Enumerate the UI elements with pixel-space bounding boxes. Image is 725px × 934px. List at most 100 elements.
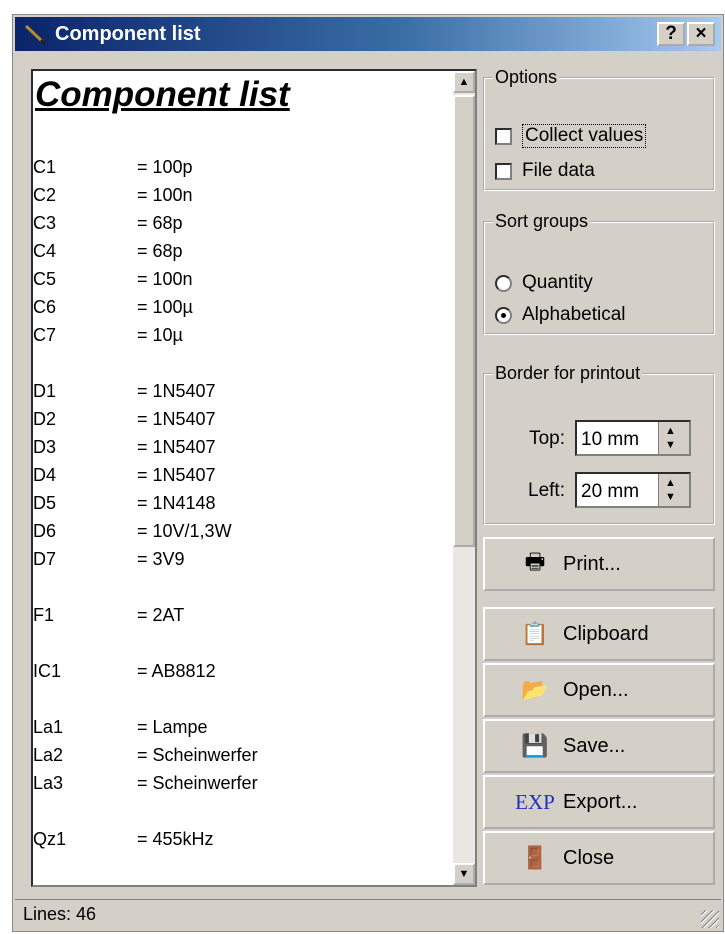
component-ref: D6	[33, 521, 57, 541]
component-value: = 10V/1,3W	[137, 521, 232, 541]
left-spin-buttons[interactable]: ▲ ▼	[658, 474, 689, 506]
list-item: IC1 = AB8812	[33, 661, 433, 689]
close-button[interactable]: 🚪 Close	[483, 831, 715, 885]
component-value: = Scheinwerfer	[137, 773, 258, 793]
open-button[interactable]: 📂 Open...	[483, 663, 715, 717]
print-button[interactable]: 🖶 Print...	[483, 537, 715, 591]
clipboard-label: Clipboard	[563, 622, 649, 645]
left-value[interactable]: 20 mm	[581, 481, 639, 503]
component-ref: La1	[33, 717, 64, 737]
exp-icon: EXP	[515, 789, 555, 814]
window-title: Component list	[55, 23, 201, 45]
component-value: = 100n	[137, 269, 193, 289]
top-spin-buttons[interactable]: ▲ ▼	[658, 422, 689, 454]
component-ref: IC1	[33, 661, 62, 681]
top-label: Top:	[529, 428, 565, 449]
radio-button-selected[interactable]	[495, 306, 512, 324]
export-button[interactable]: EXP Export...	[483, 775, 715, 829]
scroll-down-button[interactable]: ▼	[453, 863, 475, 885]
clipboard-icon: 📋	[521, 621, 549, 646]
component-ref: La3	[33, 773, 64, 793]
floppy-disk-icon: 💾	[521, 733, 549, 758]
component-ref: C6	[33, 297, 57, 317]
component-value: = 100n	[137, 185, 193, 205]
component-ref: D4	[33, 465, 57, 485]
component-value: = AB8812	[137, 661, 216, 681]
component-ref: C1	[33, 157, 57, 177]
list-item: La3 = Scheinwerfer	[33, 773, 433, 801]
radio-button[interactable]	[495, 274, 512, 292]
component-value: = 1N5407	[137, 437, 216, 457]
component-value: = 3V9	[137, 549, 185, 569]
component-ref: C2	[33, 185, 57, 205]
top-value[interactable]: 10 mm	[581, 429, 639, 451]
list-item: C5 = 100n	[33, 269, 433, 297]
component-ref: C3	[33, 213, 57, 233]
component-value: = Scheinwerfer	[137, 745, 258, 765]
list-item: La2 = Scheinwerfer	[33, 745, 433, 773]
status-bar: Lines: 46	[15, 899, 721, 930]
resize-grip-icon[interactable]	[701, 910, 719, 928]
print-label: Print...	[563, 552, 621, 575]
component-value: = Lampe	[137, 717, 208, 737]
list-item: C6 = 100µ	[33, 297, 433, 325]
list-item: D1 = 1N5407	[33, 381, 433, 409]
component-ref: C7	[33, 325, 57, 345]
component-ref: C5	[33, 269, 57, 289]
spin-up-icon[interactable]: ▲	[665, 425, 676, 437]
list-item: D7 = 3V9	[33, 549, 433, 577]
list-item: D3 = 1N5407	[33, 437, 433, 465]
component-value: = 10µ	[137, 325, 183, 345]
checkbox-box[interactable]	[495, 127, 512, 145]
alphabetical-radio[interactable]: Alphabetical	[495, 304, 626, 326]
sort-groups-legend: Sort groups	[495, 211, 589, 231]
close-label: Close	[563, 846, 615, 869]
component-value: = 100p	[137, 157, 193, 177]
left-border-spinbox[interactable]: 20 mm ▲ ▼	[575, 472, 691, 508]
list-item: D5 = 1N4148	[33, 493, 433, 521]
save-button[interactable]: 💾 Save...	[483, 719, 715, 773]
spin-down-icon[interactable]: ▼	[665, 491, 676, 503]
list-item: F1 = 2AT	[33, 605, 433, 633]
list-item: C4 = 68p	[33, 241, 433, 269]
component-ref: D7	[33, 549, 57, 569]
component-ref: D3	[33, 437, 57, 457]
scroll-thumb[interactable]	[453, 95, 475, 547]
list-item: C2 = 100n	[33, 185, 433, 213]
checkbox-box[interactable]	[495, 162, 512, 180]
export-label: Export...	[563, 790, 638, 813]
spin-up-icon[interactable]: ▲	[665, 477, 676, 489]
collect-values-label: Collect values	[522, 124, 647, 148]
component-value: = 68p	[137, 213, 183, 233]
component-ref: D2	[33, 409, 57, 429]
options-group: Options Collect values File data	[483, 67, 715, 191]
component-value: = 1N5407	[137, 465, 216, 485]
open-label: Open...	[563, 678, 629, 701]
list-item: D2 = 1N5407	[33, 409, 433, 437]
file-data-checkbox[interactable]: File data	[495, 160, 595, 182]
vertical-scrollbar[interactable]: ▲ ▼	[453, 71, 475, 885]
top-border-spinbox[interactable]: 10 mm ▲ ▼	[575, 420, 691, 456]
left-label: Left:	[528, 480, 565, 501]
scroll-up-button[interactable]: ▲	[453, 71, 475, 93]
clipboard-button[interactable]: 📋 Clipboard	[483, 607, 715, 661]
spin-down-icon[interactable]: ▼	[665, 439, 676, 451]
component-ref: C4	[33, 241, 57, 261]
component-ref: D1	[33, 381, 57, 401]
list-item: C1 = 100p	[33, 157, 433, 185]
lines-count: Lines: 46	[23, 904, 97, 924]
save-label: Save...	[563, 734, 626, 757]
help-button[interactable]: ?	[657, 22, 685, 46]
title-bar[interactable]: Component list ? ×	[15, 17, 721, 51]
component-value: = 455kHz	[137, 829, 214, 849]
component-list-view[interactable]: Component list C1 = 100p C2 = 100n C3 = 68p C4…	[31, 69, 477, 887]
door-exit-icon: 🚪	[521, 845, 549, 870]
collect-values-checkbox[interactable]: Collect values	[495, 124, 647, 148]
quantity-radio[interactable]: Quantity	[495, 272, 593, 294]
component-value: = 1N5407	[137, 409, 216, 429]
pen-icon	[24, 24, 47, 45]
file-data-label: File data	[522, 160, 595, 181]
close-window-button[interactable]: ×	[687, 22, 715, 46]
border-for-printout-group: Border for printout Top: 10 mm ▲ ▼ Left:…	[483, 363, 715, 525]
border-legend: Border for printout	[495, 363, 641, 383]
